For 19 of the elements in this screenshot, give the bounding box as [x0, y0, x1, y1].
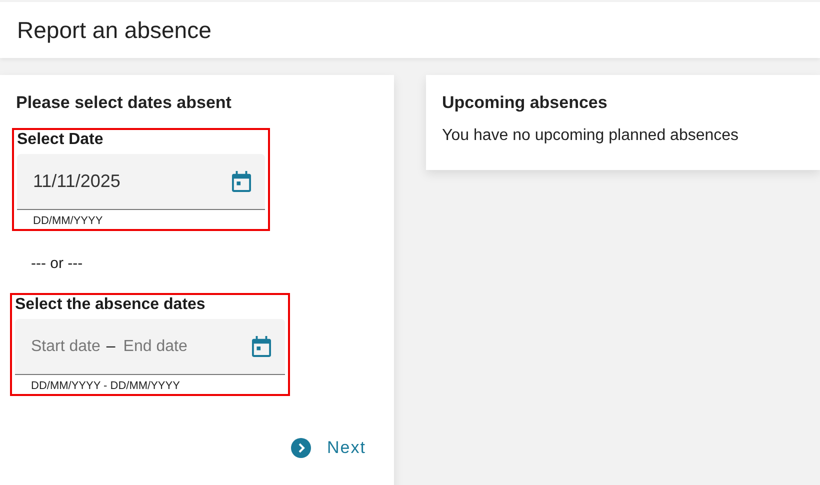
- start-date-placeholder: Start date: [31, 338, 100, 356]
- chevron-circle-icon: [291, 438, 312, 458]
- calendar-icon[interactable]: [232, 171, 251, 192]
- date-field[interactable]: 11/11/2025: [17, 154, 265, 210]
- format-hint: DD/MM/YYYY - DD/MM/YYYY: [30, 379, 181, 392]
- format-hint: DD/MM/YYYY: [32, 214, 104, 227]
- date-value: 11/11/2025: [33, 171, 122, 192]
- date-range-field[interactable]: Start date – End date: [15, 319, 285, 375]
- page-title: Report an absence: [17, 16, 212, 44]
- form-title: Please select dates absent: [16, 93, 232, 113]
- card-title: Upcoming absences: [442, 93, 608, 113]
- calendar-icon[interactable]: [252, 336, 271, 357]
- field-label: Select Date: [17, 131, 104, 149]
- empty-message: You have no upcoming planned absences: [442, 127, 740, 145]
- next-button[interactable]: Next: [291, 438, 366, 458]
- end-date-placeholder: End date: [123, 338, 188, 356]
- range-dash: –: [106, 338, 116, 356]
- field-label: Select the absence dates: [15, 296, 206, 314]
- separator-text: --- or ---: [31, 255, 84, 272]
